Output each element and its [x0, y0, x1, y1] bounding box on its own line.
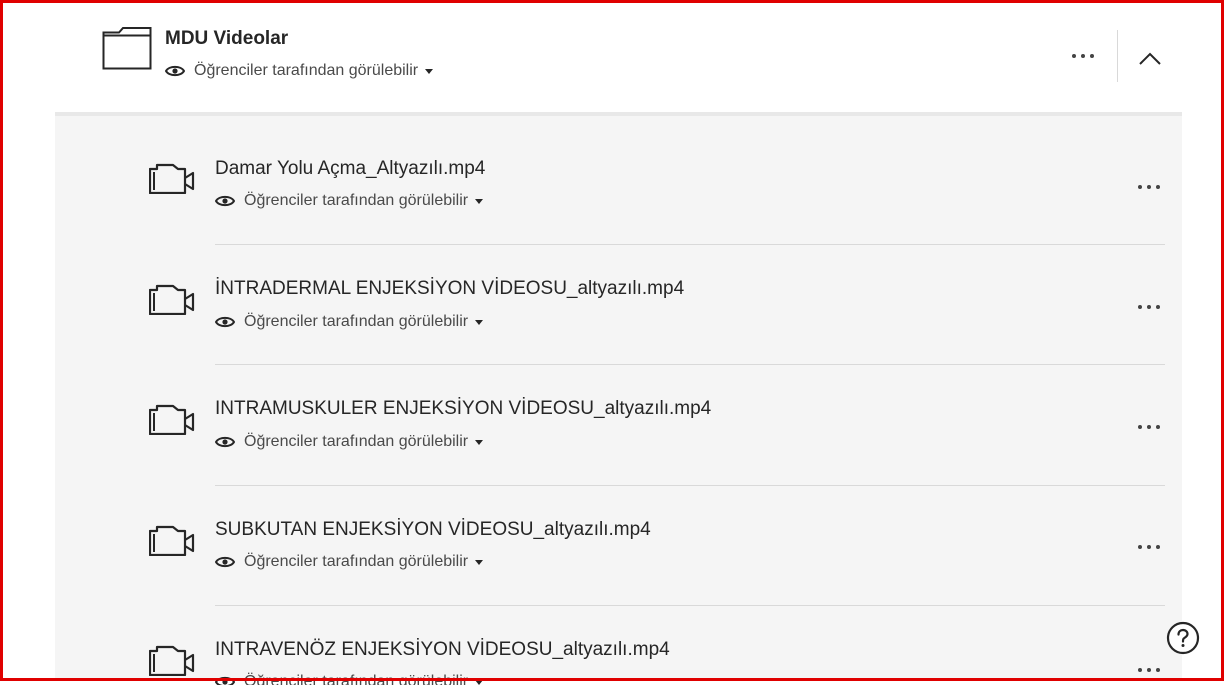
eye-icon	[215, 316, 235, 328]
folder-contents: Damar Yolu Açma_Altyazılı.mp4 Öğrenciler…	[55, 112, 1182, 685]
folder-visibility-label: Öğrenciler tarafından görülebilir	[194, 62, 419, 79]
dot	[1156, 668, 1160, 672]
folder-header: MDU Videolar Öğrenciler tarafından görül…	[55, 0, 1182, 112]
item-visibility-label: Öğrenciler tarafından görülebilir	[244, 433, 469, 450]
content-item: SUBKUTAN ENJEKSİYON VİDEOSU_altyazılı.mp…	[55, 481, 1182, 606]
eye-icon	[215, 436, 235, 448]
item-visibility-dropdown[interactable]: Öğrenciler tarafından görülebilir	[215, 192, 484, 210]
dot	[1090, 54, 1094, 58]
dot	[1156, 545, 1160, 549]
content-item-title[interactable]: Damar Yolu Açma_Altyazılı.mp4	[215, 158, 485, 180]
caret-down-icon	[475, 439, 484, 445]
caret-down-icon	[425, 68, 434, 74]
content-item-title[interactable]: INTRAVENÖZ ENJEKSİYON VİDEOSU_altyazılı.…	[215, 639, 670, 661]
video-camera-icon	[149, 525, 195, 556]
dot	[1081, 54, 1085, 58]
dot	[1138, 668, 1142, 672]
video-camera-icon	[149, 404, 195, 435]
folder-visibility-dropdown[interactable]: Öğrenciler tarafından görülebilir	[165, 62, 434, 80]
dot	[1138, 185, 1142, 189]
dot	[1147, 185, 1151, 189]
dot	[1147, 425, 1151, 429]
content-item-title[interactable]: İNTRADERMAL ENJEKSİYON VİDEOSU_altyazılı…	[215, 278, 684, 300]
content-item: Damar Yolu Açma_Altyazılı.mp4 Öğrenciler…	[55, 120, 1182, 245]
content-item-title[interactable]: INTRAMUSKULER ENJEKSİYON VİDEOSU_altyazı…	[215, 398, 711, 420]
dot	[1138, 545, 1142, 549]
dot	[1138, 425, 1142, 429]
folder-icon	[102, 27, 152, 70]
content-item-title[interactable]: SUBKUTAN ENJEKSİYON VİDEOSU_altyazılı.mp…	[215, 519, 651, 541]
eye-icon	[215, 676, 235, 685]
caret-down-icon	[475, 679, 484, 685]
dot	[1156, 185, 1160, 189]
eye-icon	[215, 195, 235, 207]
collapse-folder-button[interactable]	[1133, 44, 1167, 74]
caret-down-icon	[475, 559, 484, 565]
folder-title[interactable]: MDU Videolar	[165, 28, 288, 50]
content-item: INTRAMUSKULER ENJEKSİYON VİDEOSU_altyazı…	[55, 360, 1182, 486]
header-divider	[1117, 30, 1118, 82]
item-visibility-label: Öğrenciler tarafından görülebilir	[244, 673, 469, 685]
folder-more-options-button[interactable]	[1069, 46, 1097, 66]
dot	[1147, 668, 1151, 672]
content-item: İNTRADERMAL ENJEKSİYON VİDEOSU_altyazılı…	[55, 240, 1182, 365]
dot	[1147, 545, 1151, 549]
item-more-options-button[interactable]	[1135, 177, 1163, 197]
video-camera-icon	[149, 645, 195, 676]
item-visibility-dropdown[interactable]: Öğrenciler tarafından görülebilir	[215, 433, 484, 451]
dot	[1156, 305, 1160, 309]
item-more-options-button[interactable]	[1135, 417, 1163, 437]
eye-icon	[165, 65, 185, 77]
help-icon[interactable]	[1165, 620, 1201, 656]
caret-down-icon	[475, 319, 484, 325]
item-more-options-button[interactable]	[1135, 537, 1163, 557]
item-visibility-label: Öğrenciler tarafından görülebilir	[244, 313, 469, 330]
item-more-options-button[interactable]	[1135, 297, 1163, 317]
item-more-options-button[interactable]	[1135, 660, 1163, 680]
item-visibility-dropdown[interactable]: Öğrenciler tarafından görülebilir	[215, 313, 484, 331]
content-item: INTRAVENÖZ ENJEKSİYON VİDEOSU_altyazılı.…	[55, 601, 1182, 685]
dot	[1138, 305, 1142, 309]
item-visibility-dropdown[interactable]: Öğrenciler tarafından görülebilir	[215, 673, 484, 685]
video-camera-icon	[149, 163, 195, 194]
item-visibility-label: Öğrenciler tarafından görülebilir	[244, 192, 469, 209]
video-camera-icon	[149, 284, 195, 315]
item-visibility-dropdown[interactable]: Öğrenciler tarafından görülebilir	[215, 553, 484, 571]
dot	[1156, 425, 1160, 429]
dot	[1072, 54, 1076, 58]
dot	[1147, 305, 1151, 309]
eye-icon	[215, 556, 235, 568]
caret-down-icon	[475, 198, 484, 204]
item-visibility-label: Öğrenciler tarafından görülebilir	[244, 553, 469, 570]
